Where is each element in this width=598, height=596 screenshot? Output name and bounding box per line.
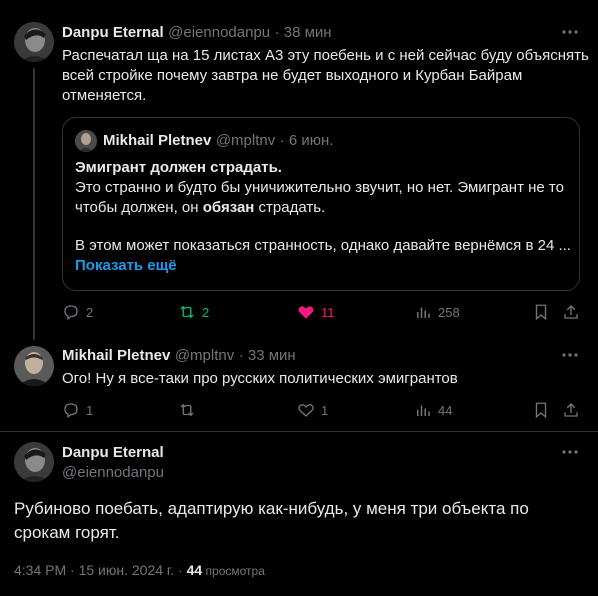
repost-button[interactable]: [178, 401, 196, 419]
share-icon: [564, 305, 578, 319]
like-count: 1: [321, 402, 329, 418]
more-icon[interactable]: [562, 22, 578, 40]
timestamp[interactable]: · 38 мин: [275, 24, 332, 41]
quote-timestamp: · 6 июн.: [279, 132, 334, 149]
divider: [0, 431, 598, 432]
more-icon[interactable]: [562, 442, 578, 460]
reply-button[interactable]: 2: [62, 303, 93, 321]
tweet-text-line: Распечатал ща на 15 листах А3 эту поебен…: [62, 47, 589, 64]
tweet-meta: 4:34 PM · 15 июн. 2024 г. · 44 просмотра: [14, 562, 265, 578]
reply-button[interactable]: 1: [62, 401, 93, 419]
tweet-text: Распечатал ща на 15 листах А3 эту поебен…: [62, 46, 592, 106]
quote-text-part: страдать.: [254, 199, 326, 216]
tweet-text-line: отменяется.: [62, 87, 147, 104]
bookmark-button[interactable]: [533, 303, 549, 321]
quote-heading: Эмигрант должен страдать.: [75, 159, 282, 176]
like-button[interactable]: 1: [297, 401, 328, 419]
repost-button[interactable]: 2: [178, 303, 209, 321]
author-handle[interactable]: @mpltnv: [175, 347, 234, 364]
reply-count: 1: [86, 402, 94, 418]
avatar[interactable]: [14, 346, 54, 386]
views-button[interactable]: 258: [414, 303, 460, 321]
views-label: просмотра: [202, 564, 265, 578]
more-icon[interactable]: [562, 345, 578, 363]
tweet-text-line: срокам горят.: [14, 523, 120, 542]
author-handle[interactable]: @eiennodanpu: [168, 24, 270, 41]
repost-count: 2: [202, 304, 210, 320]
like-count: 11: [321, 304, 335, 320]
quote-author-handle: @mpltnv: [215, 132, 276, 149]
like-icon: [298, 404, 314, 417]
bookmark-icon: [535, 304, 547, 321]
author-handle[interactable]: @eiennodanpu: [62, 464, 164, 481]
show-more-link[interactable]: Показать ещё: [75, 256, 571, 276]
quote-line: чтобы должен, он обязан страдать.: [75, 198, 571, 218]
share-icon: [564, 403, 578, 417]
thread-line: [33, 68, 35, 340]
views-button[interactable]: 44: [414, 401, 452, 419]
repost-icon: [180, 403, 194, 417]
bookmark-button[interactable]: [533, 401, 549, 419]
like-button[interactable]: 11: [297, 303, 335, 321]
tweet-text: Ого! Ну я все-таки про русских политичес…: [62, 370, 458, 387]
bookmark-icon: [535, 402, 547, 419]
quote-text-part: чтобы должен, он: [75, 199, 203, 216]
quote-tweet[interactable]: Mikhail Pletnev @mpltnv · 6 июн. Эмигран…: [62, 117, 580, 291]
tweet-datetime[interactable]: 4:34 PM · 15 июн. 2024 г. ·: [14, 562, 187, 578]
views-icon: [417, 405, 430, 416]
author-name[interactable]: Danpu Eternal: [62, 24, 164, 41]
views-count: 258: [438, 304, 460, 320]
reply-count: 2: [86, 304, 94, 320]
reply-icon: [64, 305, 78, 321]
repost-icon: [180, 305, 194, 319]
author-name[interactable]: Mikhail Pletnev: [62, 347, 170, 364]
quote-line: Это странно и будто бы уничижительно зву…: [75, 179, 564, 196]
reply-icon: [64, 403, 78, 419]
share-button[interactable]: [562, 303, 580, 321]
views-count: 44: [438, 402, 453, 418]
view-count: 44: [186, 562, 203, 578]
tweet-text-line: Рубиново поебать, адаптирую как-нибудь, …: [14, 499, 529, 518]
quote-avatar: [75, 130, 97, 152]
avatar[interactable]: [14, 22, 54, 62]
like-icon: [298, 306, 314, 319]
tweet-text: Рубиново поебать, адаптирую как-нибудь, …: [14, 497, 529, 545]
share-button[interactable]: [562, 401, 580, 419]
avatar[interactable]: [14, 442, 54, 482]
views-icon: [417, 307, 430, 318]
quote-author-name: Mikhail Pletnev: [103, 132, 212, 149]
tweet-text-line: всей стройке почему завтра не будет выхо…: [62, 67, 523, 84]
timestamp[interactable]: · 33 мин: [239, 347, 296, 364]
quote-bold-word: обязан: [202, 199, 255, 216]
author-name[interactable]: Danpu Eternal: [62, 444, 164, 461]
quote-line: В этом может показаться странность, одна…: [75, 237, 571, 254]
